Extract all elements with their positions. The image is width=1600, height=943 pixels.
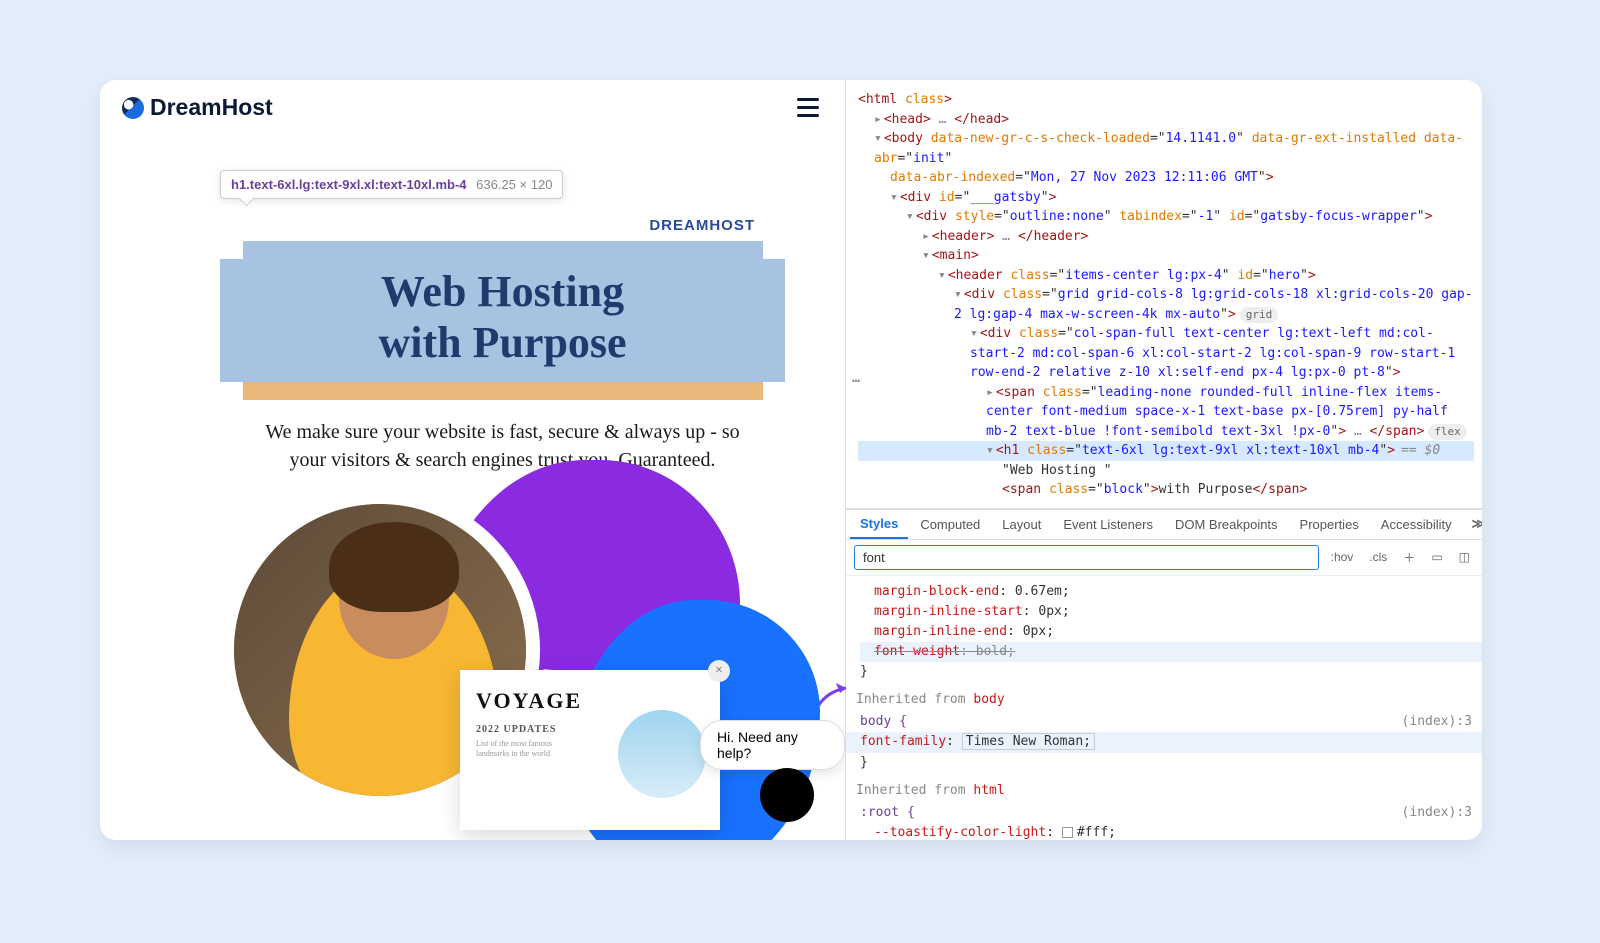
card-close-icon[interactable]: × — [708, 660, 730, 682]
device-toolbar-icon[interactable]: ▭ — [1427, 548, 1446, 566]
devtools-pane: ⋯ <html class> ▸<head> … </head> ▾<body … — [845, 80, 1482, 840]
dom-node[interactable]: ▾<body data-new-gr-c-s-check-loaded="14.… — [858, 129, 1474, 188]
dom-node[interactable]: <html class> — [858, 90, 1474, 110]
hov-toggle[interactable]: :hov — [1327, 548, 1358, 566]
chat-launcher-button[interactable] — [760, 768, 814, 822]
dom-text-node[interactable]: "Web Hosting " — [858, 461, 1474, 481]
subtab-properties[interactable]: Properties — [1290, 511, 1369, 538]
cls-toggle[interactable]: .cls — [1365, 548, 1391, 566]
subtab-layout[interactable]: Layout — [992, 511, 1051, 538]
dom-node-selected[interactable]: ▾<h1 class="text-6xl lg:text-9xl xl:text… — [858, 441, 1474, 461]
styles-filter-input[interactable] — [854, 545, 1319, 570]
dom-node[interactable]: ▾<header class="items-center lg:px-4" id… — [858, 266, 1474, 286]
tooltip-dimensions: 636.25 × 120 — [476, 177, 552, 192]
subtab-dom-breakpoints[interactable]: DOM Breakpoints — [1165, 511, 1288, 538]
card-photo — [618, 710, 706, 798]
rendered-page-pane: DreamHost h1.text-6xl.lg:text-9xl.xl:tex… — [100, 80, 845, 840]
font-family-rule[interactable]: font-family: Times New Roman; — [846, 732, 1482, 752]
hamburger-menu-icon[interactable] — [793, 94, 823, 121]
dom-node[interactable]: ▾<div class="grid grid-cols-8 lg:grid-co… — [858, 285, 1474, 324]
inherited-from-body: Inherited from body — [856, 690, 1472, 710]
dom-node[interactable]: ▸<header> … </header> — [858, 227, 1474, 247]
chat-prompt-bubble[interactable]: Hi. Need any help? — [700, 720, 845, 770]
dom-row-menu-icon[interactable]: ⋯ — [852, 372, 862, 392]
styles-subtab-bar: Styles Computed Layout Event Listeners D… — [846, 510, 1482, 540]
card-description: List of the most famous landmarks in the… — [476, 739, 586, 760]
subtab-overflow-icon[interactable]: ≫ — [1464, 512, 1482, 536]
styles-panel[interactable]: margin-block-end: 0.67em; margin-inline-… — [846, 576, 1482, 841]
logo-text: DreamHost — [150, 94, 273, 121]
hero-section: DREAMHOST Web Hosting with Purpose We ma… — [220, 241, 785, 474]
inherited-from-html: Inherited from html — [856, 781, 1472, 801]
dom-node[interactable]: ▸<span class="leading-none rounded-full … — [858, 383, 1474, 442]
sample-site-card: VOYAGE 2022 UPDATES List of the most fam… — [460, 670, 720, 830]
browser-devtools-window: DreamHost h1.text-6xl.lg:text-9xl.xl:tex… — [100, 80, 1482, 840]
subtab-accessibility[interactable]: Accessibility — [1371, 511, 1462, 538]
dom-node[interactable]: ▾<div style="outline:none" tabindex="-1"… — [858, 207, 1474, 227]
subtab-styles[interactable]: Styles — [850, 510, 908, 539]
dom-node[interactable]: ▸<head> … </head> — [858, 110, 1474, 130]
new-style-rule-icon[interactable]: ＋ — [1399, 547, 1419, 568]
tooltip-selector: h1.text-6xl.lg:text-9xl.xl:text-10xl.mb-… — [231, 177, 467, 192]
logo[interactable]: DreamHost — [122, 94, 273, 121]
elements-dom-tree[interactable]: ⋯ <html class> ▸<head> … </head> ▾<body … — [846, 80, 1482, 508]
hero-headline: Web Hosting with Purpose — [220, 259, 785, 382]
dom-node[interactable]: ▾<main> — [858, 246, 1474, 266]
panel-layout-icon[interactable]: ◫ — [1455, 548, 1474, 566]
site-header: DreamHost — [100, 80, 845, 121]
element-inspect-tooltip: h1.text-6xl.lg:text-9xl.xl:text-10xl.mb-… — [220, 170, 563, 199]
subtab-event-listeners[interactable]: Event Listeners — [1053, 511, 1163, 538]
logo-icon — [122, 97, 144, 119]
dom-node[interactable]: <span class="block">with Purpose</span> — [858, 480, 1474, 500]
hero-eyebrow: DREAMHOST — [649, 217, 755, 234]
dom-node[interactable]: ▾<div class="col-span-full text-center l… — [858, 324, 1474, 383]
styles-filter-row: :hov .cls ＋ ▭ ◫ — [846, 540, 1482, 576]
subtab-computed[interactable]: Computed — [910, 511, 990, 538]
hero-subtitle: We make sure your website is fast, secur… — [260, 418, 745, 474]
dom-node[interactable]: ▾<div id="___gatsby"> — [858, 188, 1474, 208]
